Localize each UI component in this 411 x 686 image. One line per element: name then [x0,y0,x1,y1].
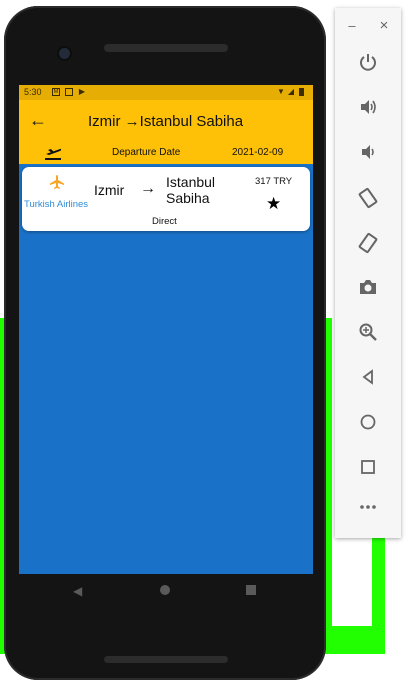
flight-card[interactable]: Turkish Airlines Izmir → Istanbul Sabiha… [22,167,310,231]
play-store-icon: ▶ [78,87,86,96]
notification-icon-2 [65,88,73,96]
volume-up-icon[interactable] [335,97,401,117]
home-icon[interactable] [335,413,401,431]
origin-city: Izmir [94,182,125,198]
departure-date-value[interactable]: 2021-02-09 [232,147,283,158]
overview-icon[interactable] [335,458,401,476]
app-bar: ← Izmir →Istanbul Sabiha Departure Date … [19,100,313,164]
battery-icon [299,88,304,96]
zoom-icon[interactable] [335,322,401,342]
minimize-button[interactable]: – [335,18,369,33]
airplane-icon [50,175,64,189]
destination-city: Istanbul Sabiha [166,174,216,206]
back-icon[interactable] [335,368,401,386]
rotate-left-icon[interactable] [335,187,401,209]
notification-icon: M [52,88,60,96]
rotate-right-icon[interactable] [335,232,401,254]
top-speaker [104,44,228,52]
bottom-speaker [104,656,228,663]
android-nav-bar: ◀ [0,574,330,610]
nav-home-icon[interactable] [160,585,170,595]
app-screen: 5:30 M ▶ ▼ ◢ ← Izmir →Istanbul Sabiha De… [19,85,313,574]
more-icon[interactable] [335,502,401,512]
stops-label: Direct [152,216,177,227]
wifi-icon: ▼ [277,87,285,96]
departure-date-label: Departure Date [112,147,181,158]
power-icon[interactable] [335,52,401,72]
arrow-back-icon[interactable]: ← [29,110,47,130]
flight-takeoff-icon [45,148,62,160]
favorite-star-icon[interactable]: ★ [266,194,281,214]
signal-icon: ◢ [287,87,295,96]
flight-price: 317 TRY [255,176,293,187]
close-button[interactable]: × [367,17,401,34]
status-time: 5:30 [24,87,42,97]
airline-name: Turkish Airlines [24,199,89,210]
status-bar: 5:30 M ▶ ▼ ◢ [19,85,313,100]
nav-overview-icon[interactable] [246,585,256,595]
route-arrow: → [140,180,156,197]
nav-back-icon[interactable]: ◀ [73,584,82,598]
volume-down-icon[interactable] [335,142,401,162]
route-title: Izmir →Istanbul Sabiha [88,113,244,130]
front-camera [59,48,70,59]
emulator-toolbar: – × [335,8,401,538]
camera-icon[interactable] [335,278,401,296]
background-green-bar-right-edge [372,538,385,654]
